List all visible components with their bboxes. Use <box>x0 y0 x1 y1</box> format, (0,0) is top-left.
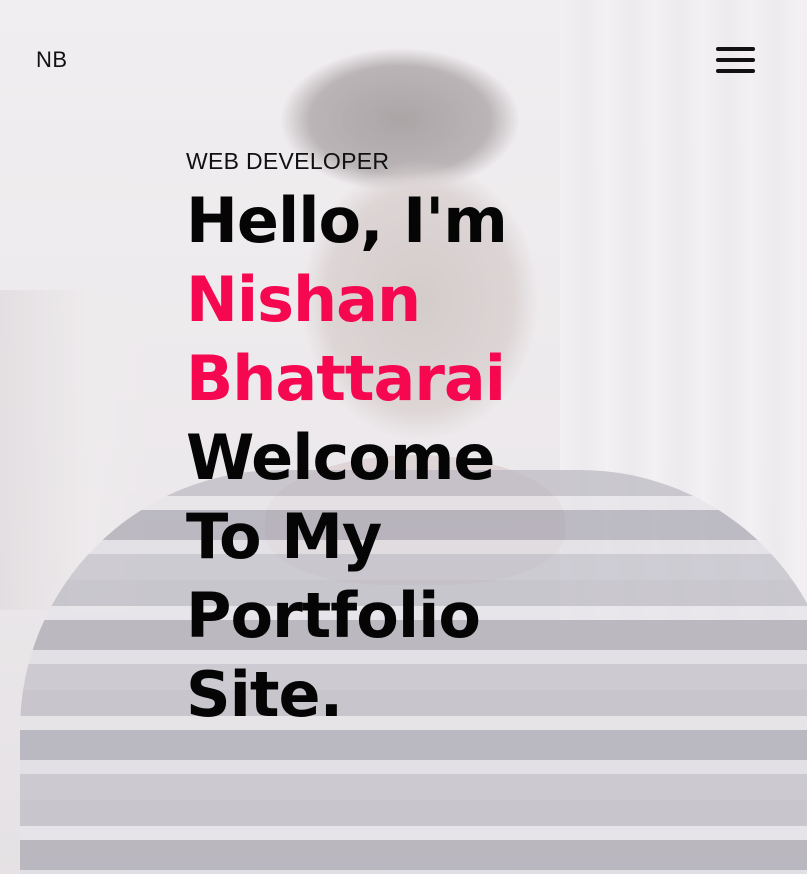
hero-headline: Hello, I'm Nishan Bhattarai Welcome To M… <box>186 181 508 734</box>
hamburger-menu-icon[interactable] <box>716 47 756 75</box>
headline-line-greeting: Hello, I'm <box>186 184 508 257</box>
headline-line-site: Site. <box>186 658 343 731</box>
role-subtitle: WEB DEVELOPER <box>186 148 390 174</box>
menu-bar <box>716 47 755 51</box>
headline-line-first-name: Nishan <box>186 263 421 336</box>
hero-content: WEB DEVELOPER Hello, I'm Nishan Bhattara… <box>186 148 508 734</box>
menu-bar <box>716 69 755 73</box>
headline-line-welcome: Welcome <box>186 421 495 494</box>
hero-section: NB WEB DEVELOPER Hello, I'm Nishan Bhatt… <box>0 0 807 874</box>
headline-line-portfolio: Portfolio <box>186 579 481 652</box>
headline-line-to-my: To My <box>186 500 382 573</box>
site-logo[interactable]: NB <box>36 47 68 73</box>
headline-line-last-name: Bhattarai <box>186 342 506 415</box>
menu-bar <box>716 58 755 62</box>
